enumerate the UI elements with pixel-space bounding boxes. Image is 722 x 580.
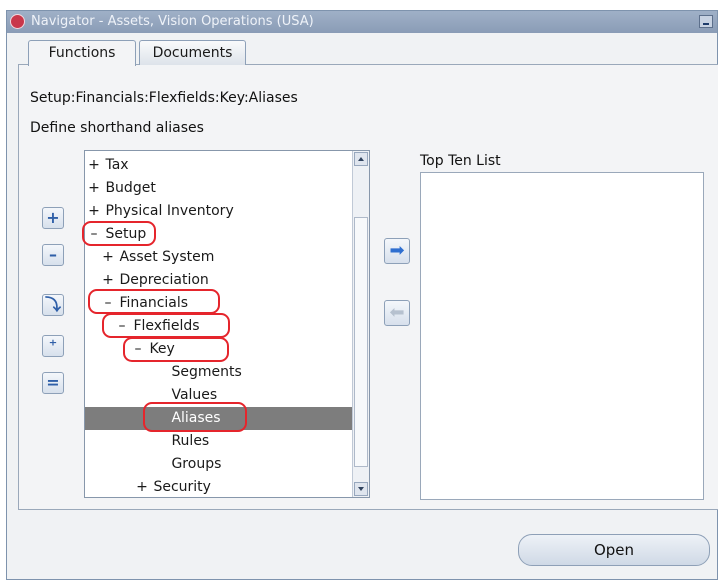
tree-item-label: Financials (119, 295, 189, 311)
tree-item-aliases[interactable]: Aliases (85, 407, 369, 430)
open-button[interactable]: Open (518, 534, 710, 566)
tree-item-label: Rules (171, 433, 210, 449)
tree-item-key[interactable]: – Key (85, 338, 369, 361)
tree-item-label: Values (171, 387, 218, 403)
expand-glyph: + (88, 203, 100, 219)
add-to-top-ten-arrow-icon[interactable]: ➡ (384, 238, 410, 264)
expand-all-button[interactable]: ⁺ (42, 335, 64, 357)
tree-item-depreciation[interactable]: + Depreciation (85, 269, 367, 292)
function-path: Setup:Financials:Flexfields:Key:Aliases (30, 90, 298, 106)
expand-glyph: + (102, 272, 114, 288)
tree-scrollbar[interactable] (352, 151, 369, 497)
tree-item-label: Setup (105, 226, 147, 242)
tree-item-label: Aliases (171, 410, 221, 426)
top-ten-label: Top Ten List (420, 153, 501, 169)
function-description: Define shorthand aliases (30, 120, 204, 136)
window-title: Navigator - Assets, Vision Operations (U… (31, 14, 314, 29)
oracle-logo-icon (10, 14, 25, 29)
collapse-glyph: – (90, 226, 98, 242)
collapse-all-button[interactable]: = (42, 372, 64, 394)
tree-item-financials[interactable]: – Financials (85, 292, 367, 315)
tree-item-rules[interactable]: Rules (85, 430, 369, 453)
function-tree[interactable]: + Tax + Budget + Physical Inventory – Se… (84, 150, 370, 498)
remove-from-top-ten-arrow-icon[interactable]: ⬅ (384, 300, 410, 326)
top-ten-list[interactable] (420, 172, 704, 500)
tree-item-label: Asset System (119, 249, 215, 265)
tree-item-label: Physical Inventory (105, 203, 234, 219)
collapse-button[interactable]: – (42, 244, 64, 266)
tree-item-physical-inventory[interactable]: + Physical Inventory (85, 200, 353, 223)
expand-glyph: + (88, 180, 100, 196)
tree-item-values[interactable]: Values (85, 384, 369, 407)
expand-branch-button[interactable]: ⤵ (42, 294, 64, 316)
tree-item-setup[interactable]: – Setup (85, 223, 353, 246)
tab-documents[interactable]: Documents (139, 40, 246, 65)
expand-glyph: + (102, 249, 114, 265)
scroll-down-arrow-icon[interactable] (354, 482, 368, 496)
collapse-glyph: – (118, 318, 126, 334)
tree-item-security[interactable]: + Security (85, 476, 369, 497)
minimize-button[interactable] (699, 15, 713, 28)
collapse-glyph: – (104, 295, 112, 311)
tree-item-tax[interactable]: + Tax (85, 154, 353, 177)
tree-item-budget[interactable]: + Budget (85, 177, 353, 200)
tree-item-groups[interactable]: Groups (85, 453, 369, 476)
tree-item-flexfields[interactable]: – Flexfields (85, 315, 369, 338)
tree-item-asset-system[interactable]: + Asset System (85, 246, 367, 269)
title-bar: Navigator - Assets, Vision Operations (U… (7, 11, 717, 33)
tab-functions[interactable]: Functions (28, 40, 136, 66)
tree-item-segments[interactable]: Segments (85, 361, 369, 384)
tree-item-label: Depreciation (119, 272, 209, 288)
tree-item-label: Groups (171, 456, 222, 472)
scroll-up-arrow-icon[interactable] (354, 152, 368, 166)
tree-item-label: Tax (105, 157, 129, 173)
tree-item-label: Flexfields (133, 318, 200, 334)
expand-glyph: + (88, 157, 100, 173)
scroll-thumb[interactable] (354, 217, 368, 467)
tree-item-label: Security (153, 479, 211, 495)
collapse-glyph: – (134, 341, 142, 357)
tree-item-label: Key (149, 341, 175, 357)
expand-button[interactable]: + (42, 207, 64, 229)
tree-item-label: Budget (105, 180, 156, 196)
tree-item-label: Segments (171, 364, 242, 380)
expand-glyph: + (136, 479, 148, 495)
